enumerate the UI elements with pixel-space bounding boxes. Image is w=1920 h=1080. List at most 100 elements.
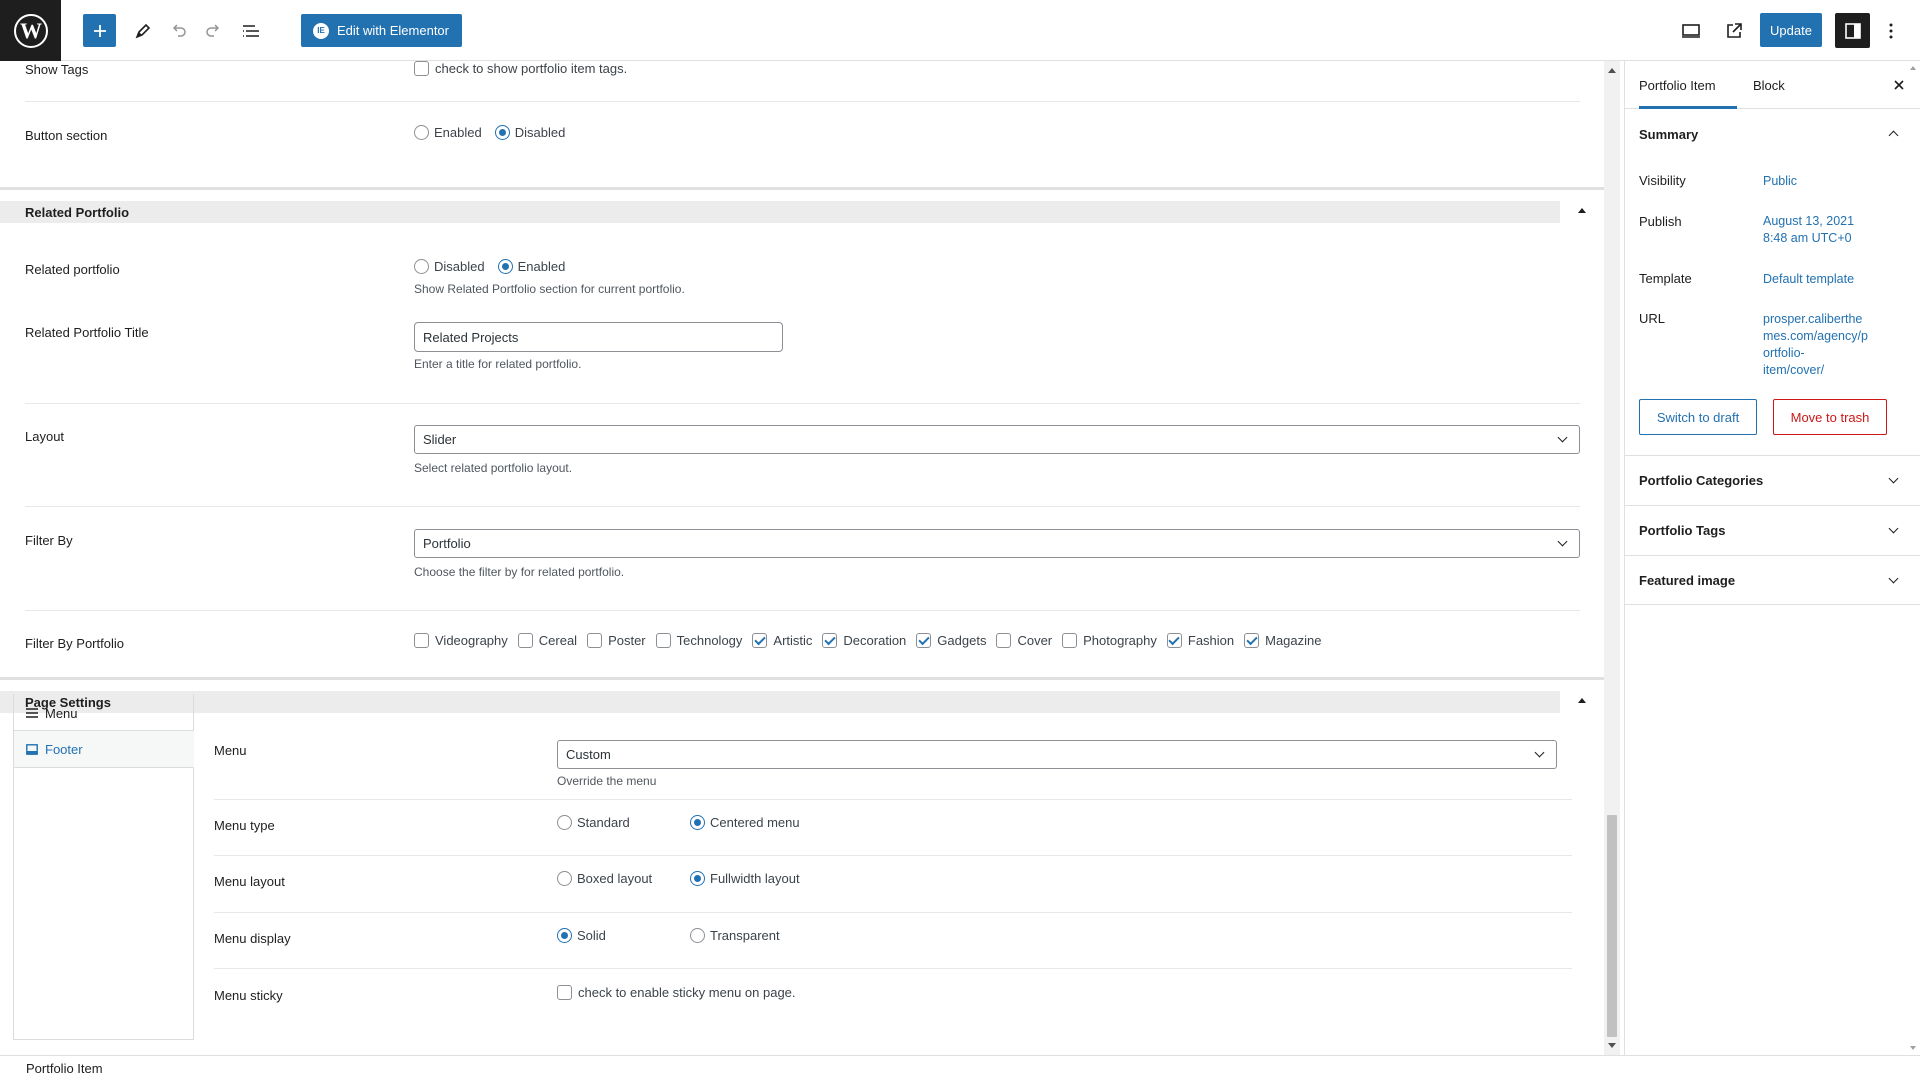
filter-cereal-checkbox[interactable] [517, 633, 533, 648]
show-tags-checkbox[interactable] [414, 61, 429, 76]
close-icon[interactable] [1889, 61, 1909, 109]
preview-device-icon[interactable] [1674, 14, 1707, 47]
filter-magazine-checkbox[interactable] [1244, 633, 1260, 648]
document-overview-icon[interactable] [234, 14, 267, 47]
button-section-enabled-radio[interactable] [414, 125, 429, 140]
portfolio-categories-panel-header[interactable]: Portfolio Categories [1625, 455, 1920, 505]
button-section-disabled-radio[interactable] [494, 125, 510, 140]
redo-icon[interactable] [197, 14, 230, 47]
filter-fashion-checkbox[interactable] [1166, 633, 1182, 648]
menu-layout-fullwidth-radio[interactable] [690, 871, 705, 886]
edit-with-elementor-button[interactable]: IE Edit with Elementor [301, 14, 462, 47]
menu-select[interactable]: Custom [557, 740, 1557, 769]
filter-option-label: Fashion [1187, 633, 1235, 648]
filter-option-label: Magazine [1265, 633, 1322, 648]
filter-cover-checkbox[interactable] [996, 633, 1012, 648]
publish-label: Publish [1639, 214, 1682, 229]
related-portfolio-enabled-radio[interactable] [497, 259, 513, 274]
page-settings-section-header[interactable]: Page Settings [0, 691, 1560, 713]
switch-to-draft-button[interactable]: Switch to draft [1639, 399, 1757, 435]
filter-option-label: Videography [435, 633, 508, 648]
template-toggle[interactable]: Default template [1763, 271, 1854, 288]
box-divider [0, 187, 1604, 190]
update-button[interactable]: Update [1760, 13, 1822, 47]
view-post-external-icon[interactable] [1717, 14, 1750, 47]
scroll-down-arrow-icon[interactable] [1608, 1043, 1616, 1048]
related-portfolio-enabled-label: Enabled [517, 259, 566, 274]
portfolio-tags-panel-header[interactable]: Portfolio Tags [1625, 505, 1920, 555]
url-toggle[interactable]: prosper.caliberthe mes.com/agency/p ortf… [1763, 311, 1868, 379]
featured-image-panel-header[interactable]: Featured image [1625, 555, 1920, 605]
filter-option-label: Photography [1083, 633, 1157, 648]
update-label: Update [1770, 22, 1812, 38]
divider [214, 968, 1572, 969]
scroll-thumb[interactable] [1607, 815, 1617, 1037]
more-options-icon[interactable] [1876, 14, 1906, 47]
filter-option-label: Cereal [538, 633, 578, 648]
menu-sticky-checkbox[interactable] [557, 985, 572, 1000]
menu-display-transparent-radio[interactable] [690, 928, 705, 943]
related-portfolio-section-header[interactable]: Related Portfolio [0, 201, 1560, 223]
filter-by-select[interactable]: Portfolio [414, 529, 1580, 558]
breadcrumb-item[interactable]: Portfolio Item [26, 1061, 103, 1076]
visibility-toggle[interactable]: Public [1763, 173, 1797, 190]
filter-artistic-checkbox[interactable] [752, 633, 768, 648]
filter-videography-checkbox[interactable] [414, 633, 429, 648]
filter-photography-checkbox[interactable] [1062, 633, 1078, 648]
tools-pencil-icon[interactable] [126, 14, 159, 47]
add-block-button[interactable] [83, 14, 116, 47]
switch-to-draft-label: Switch to draft [1656, 409, 1740, 425]
filter-by-portfolio-options: Videography Cereal Poster Technology Art… [414, 633, 1322, 648]
content-scrollbar[interactable] [1604, 61, 1620, 1055]
filter-decoration-checkbox[interactable] [822, 633, 838, 648]
template-label: Template [1639, 271, 1692, 286]
related-portfolio-label: Related portfolio [25, 262, 120, 277]
move-to-trash-label: Move to trash [1790, 409, 1870, 425]
tab-portfolio-item[interactable]: Portfolio Item [1639, 61, 1737, 109]
menu-layout-option-label: Fullwidth layout [710, 871, 800, 886]
url-line: mes.com/agency/p [1763, 329, 1868, 343]
sidebar-scroll-up-icon[interactable] [1910, 66, 1916, 70]
undo-icon[interactable] [161, 14, 194, 47]
move-to-trash-button[interactable]: Move to trash [1773, 399, 1887, 435]
publish-date-toggle[interactable]: August 13, 2021 8:48 am UTC+0 [1763, 213, 1854, 247]
filter-gadgets-checkbox[interactable] [916, 633, 932, 648]
filter-technology-checkbox[interactable] [655, 633, 671, 648]
settings-sidebar-toggle[interactable] [1835, 13, 1870, 48]
related-portfolio-title-input[interactable]: Related Projects [414, 322, 783, 352]
layout-select-value: Slider [423, 432, 457, 447]
summary-panel-header[interactable]: Summary [1625, 109, 1920, 159]
filter-by-portfolio-label: Filter By Portfolio [25, 636, 124, 651]
tab-block[interactable]: Block [1753, 61, 1785, 109]
sidebar-scroll-down-icon[interactable] [1910, 1046, 1916, 1050]
menu-type-centered-radio[interactable] [690, 815, 705, 830]
related-portfolio-hint: Show Related Portfolio section for curre… [414, 282, 685, 296]
wordpress-logo-icon[interactable]: W [0, 0, 61, 61]
related-portfolio-title-label: Related Portfolio Title [25, 325, 149, 340]
menu-label: Menu [214, 743, 247, 758]
chevron-down-icon [1557, 432, 1568, 443]
collapse-caret-icon[interactable] [1578, 208, 1586, 213]
url-line: ortfolio- [1763, 346, 1805, 360]
page-settings-tab-menu[interactable]: Menu [14, 694, 194, 732]
publish-date: August 13, 2021 [1763, 214, 1855, 228]
menu-type-standard-radio[interactable] [557, 815, 572, 830]
filter-option-label: Decoration [843, 633, 907, 648]
page-settings-tab-footer[interactable]: Footer [14, 730, 194, 768]
divider [25, 101, 1580, 102]
publish-time: 8:48 am UTC+0 [1763, 231, 1852, 245]
collapse-caret-icon[interactable] [1578, 698, 1586, 703]
related-portfolio-title-value: Related Projects [423, 329, 519, 345]
block-breadcrumb-bar: Portfolio Item [0, 1055, 1920, 1080]
scroll-up-arrow-icon[interactable] [1608, 68, 1616, 73]
filter-option-label: Gadgets [937, 633, 987, 648]
page-settings-tab-label: Footer [45, 741, 83, 757]
related-portfolio-disabled-radio[interactable] [414, 259, 429, 274]
menu-layout-boxed-radio[interactable] [557, 871, 572, 886]
editor-header: W IE Edit with Elementor Update [0, 0, 1920, 61]
menu-display-solid-radio[interactable] [557, 928, 572, 943]
layout-select[interactable]: Slider [414, 425, 1580, 454]
menu-type-option-label: Standard [577, 815, 630, 830]
filter-poster-checkbox[interactable] [587, 633, 603, 648]
url-line: prosper.caliberthe [1763, 312, 1863, 326]
